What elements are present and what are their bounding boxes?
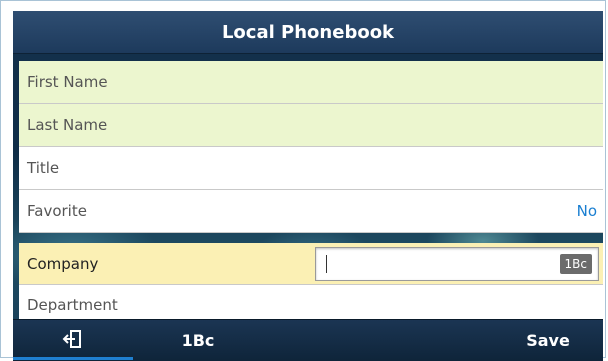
contact-form: First Name Last Name Title Favorite No C… [19,61,603,325]
back-exit-icon [62,329,84,349]
first-name-field[interactable]: First Name [19,61,603,104]
last-name-field[interactable]: Last Name [19,104,603,147]
text-caret [326,255,327,273]
input-mode-badge: 1Bc [559,254,592,274]
company-field[interactable]: Company 1Bc [19,243,603,285]
page-title: Local Phonebook [221,21,395,43]
title-bar: Local Phonebook [13,11,603,54]
company-input[interactable]: 1Bc [315,247,599,281]
phone-screen-frame: Local Phonebook First Name Last Name Tit… [0,0,606,361]
department-label: Department [27,295,118,314]
title-label: Title [27,159,60,177]
phone-screen: Local Phonebook First Name Last Name Tit… [13,11,603,361]
favorite-field[interactable]: Favorite No [19,190,603,233]
last-name-label: Last Name [27,116,108,134]
first-name-label: First Name [27,73,108,91]
save-softkey[interactable]: Save [493,320,603,360]
input-mode-softkey[interactable]: 1Bc [133,320,263,360]
title-field[interactable]: Title [19,147,603,190]
favorite-label: Favorite [27,202,87,220]
back-softkey[interactable] [13,320,133,360]
softkey-bar: 1Bc Save [13,319,603,361]
favorite-value[interactable]: No [577,202,597,220]
company-label: Company [27,254,99,273]
